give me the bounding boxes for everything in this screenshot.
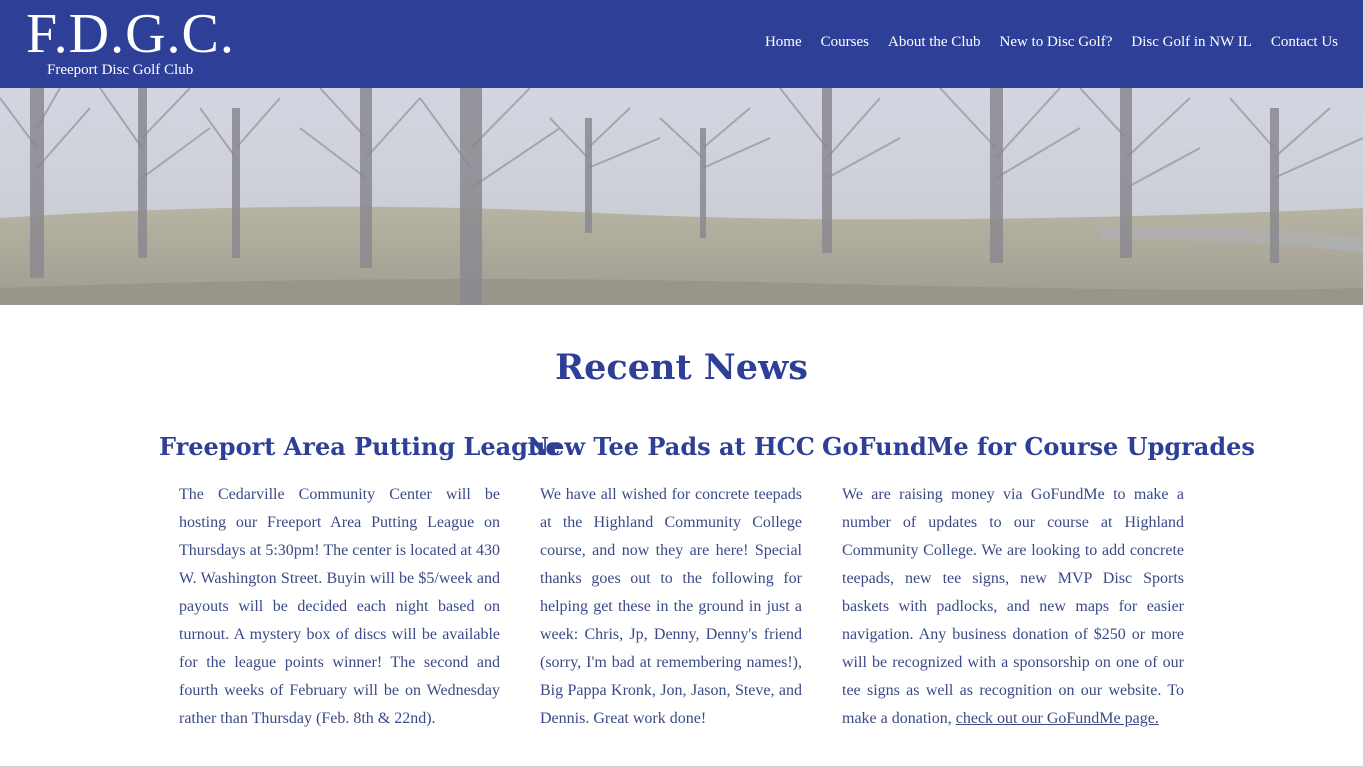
gofundme-link[interactable]: check out our GoFundMe page.: [956, 710, 1159, 727]
article-title: Freeport Area Putting League: [159, 432, 561, 461]
site-logo[interactable]: F.D.G.C.: [26, 2, 235, 66]
article-title: New Tee Pads at HCC: [527, 432, 815, 461]
nav-home[interactable]: Home: [765, 31, 802, 53]
article-body: The Cedarville Community Center will be …: [179, 486, 500, 727]
article-body: We have all wished for concrete teepads …: [540, 486, 802, 727]
news-article-putting-league: Freeport Area Putting League The Cedarvi…: [159, 430, 561, 733]
news-article-gofundme: GoFundMe for Course Upgrades We are rais…: [822, 430, 1255, 733]
nav-about[interactable]: About the Club: [888, 31, 981, 53]
site-header: F.D.G.C. Freeport Disc Golf Club Home Co…: [0, 0, 1363, 88]
site-tagline: Freeport Disc Golf Club: [47, 62, 194, 78]
recent-news-title: Recent News: [555, 347, 808, 388]
article-body: We are raising money via GoFundMe to mak…: [842, 486, 1184, 727]
nav-contact[interactable]: Contact Us: [1271, 31, 1338, 53]
news-article-tee-pads: New Tee Pads at HCC We have all wished f…: [527, 430, 815, 733]
hero-image: [0, 88, 1363, 305]
nav-new-to-disc-golf[interactable]: New to Disc Golf?: [999, 31, 1112, 53]
article-title: GoFundMe for Course Upgrades: [822, 432, 1255, 461]
nav-courses[interactable]: Courses: [821, 31, 869, 53]
nav-disc-golf-nw-il[interactable]: Disc Golf in NW IL: [1131, 31, 1252, 53]
article-body-container: We are raising money via GoFundMe to mak…: [842, 481, 1184, 733]
main-nav: Home Courses About the Club New to Disc …: [765, 31, 1338, 53]
park-trees-photo: [0, 88, 1363, 305]
